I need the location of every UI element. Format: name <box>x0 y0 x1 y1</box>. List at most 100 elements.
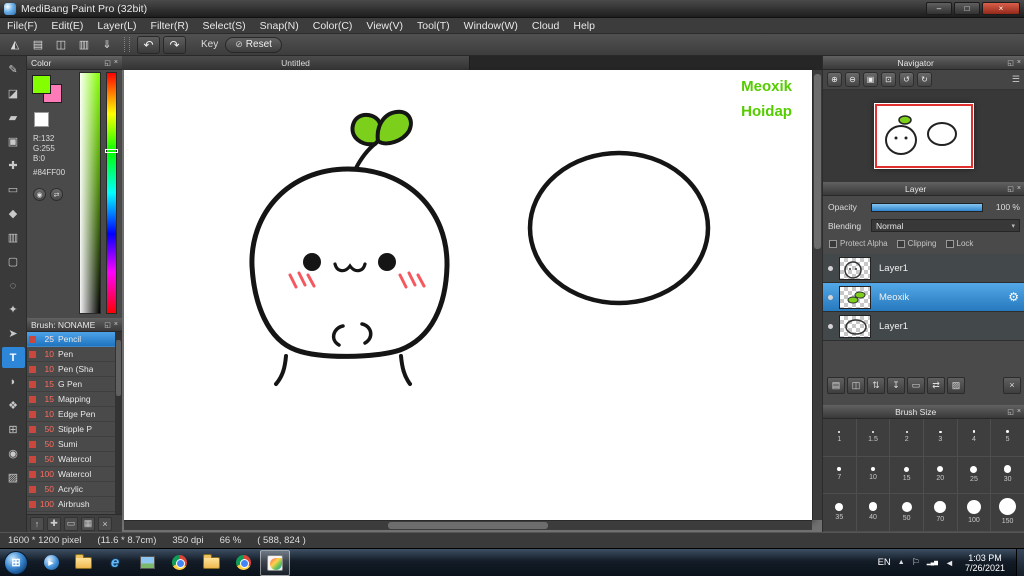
taskbar-medibang-icon[interactable] <box>260 549 290 576</box>
opacity-slider[interactable] <box>871 202 983 212</box>
menu-item[interactable]: Select(S) <box>195 18 252 33</box>
taskbar-documents-folder-icon[interactable] <box>196 550 226 576</box>
vertical-scrollbar[interactable] <box>812 70 822 520</box>
brush-size-option[interactable]: 1 <box>823 419 857 457</box>
color-wheel-icon[interactable]: ◉ <box>33 188 46 201</box>
vertical-scrollbar-thumb[interactable] <box>814 74 821 249</box>
operation-tool-icon[interactable]: ➤ <box>2 323 25 344</box>
panel-detach-icon[interactable]: ◱ <box>104 321 111 329</box>
menu-item[interactable]: Cloud <box>525 18 566 33</box>
open-file-icon[interactable]: ◫ <box>51 36 71 54</box>
transform-tool-icon[interactable]: ▭ <box>2 179 25 200</box>
select-tool-icon[interactable]: ▢ <box>2 251 25 272</box>
panel-close-icon[interactable]: × <box>1017 408 1021 415</box>
maximize-icon[interactable]: □ <box>954 2 980 15</box>
brush-list-item[interactable]: 15 G Pen <box>27 377 115 392</box>
brush-size-option[interactable]: 150 <box>991 494 1024 532</box>
brush-size-option[interactable]: 70 <box>923 494 958 532</box>
add-brush-icon[interactable]: ✚ <box>47 516 61 531</box>
brush-list-scrollbar[interactable] <box>115 332 122 514</box>
hand-tool-icon[interactable]: ❖ <box>2 395 25 416</box>
panel-detach-icon[interactable]: ◱ <box>1007 59 1014 67</box>
taskbar-chrome2-icon[interactable] <box>228 550 258 576</box>
stamp-tool-icon[interactable]: ▣ <box>2 131 25 152</box>
delete-layer-icon[interactable]: × <box>1003 376 1021 394</box>
brush-size-option[interactable]: 1.5 <box>856 419 891 457</box>
add-mask-icon[interactable]: ▨ <box>947 376 965 394</box>
menu-item[interactable]: Snap(N) <box>253 18 306 33</box>
brush-tool-icon[interactable]: ✎ <box>2 59 25 80</box>
rotate-right-icon[interactable]: ↻ <box>917 72 932 87</box>
language-indicator[interactable]: EN <box>878 557 891 568</box>
brush-list-item[interactable]: 50 Stipple P <box>27 422 115 437</box>
gradient-tool-icon[interactable]: ▥ <box>2 227 25 248</box>
finger-tool-icon[interactable]: ▰ <box>2 107 25 128</box>
brush-list-item[interactable]: 100 Watercol <box>27 467 115 482</box>
transparent-color-swatch[interactable] <box>34 112 49 127</box>
navigator-thumbnail[interactable] <box>874 103 974 169</box>
brush-size-option[interactable]: 15 <box>890 456 924 494</box>
brush-size-option[interactable]: 4 <box>957 419 992 457</box>
brush-size-option[interactable]: 50 <box>890 494 924 532</box>
brush-size-option[interactable]: 40 <box>856 494 891 532</box>
taskbar-internet-explorer-icon[interactable]: e <box>100 550 130 576</box>
lock-checkbox[interactable]: Lock <box>945 239 973 248</box>
eyedropper-tool-icon[interactable]: ◗ <box>2 371 25 392</box>
navigator-menu-icon[interactable]: ☰ <box>1012 74 1020 85</box>
brush-list-item[interactable]: 50 Sumi <box>27 437 115 452</box>
magic-wand-tool-icon[interactable]: ✦ <box>2 299 25 320</box>
menu-item[interactable]: View(V) <box>359 18 410 33</box>
zoom-out-icon[interactable]: ⊖ <box>845 72 860 87</box>
taskbar-photo-viewer-icon[interactable] <box>132 550 162 576</box>
volume-icon[interactable]: ◄ <box>945 558 954 568</box>
brush-list-item[interactable]: 10 Edge Pen <box>27 407 115 422</box>
brush-size-option[interactable]: 20 <box>923 456 958 494</box>
menu-item[interactable]: File(F) <box>0 18 44 33</box>
menu-item[interactable]: Filter(R) <box>144 18 196 33</box>
layer-row[interactable]: Layer1 <box>823 254 1024 283</box>
layer-row[interactable]: Layer1 <box>823 312 1024 341</box>
menu-item[interactable]: Layer(L) <box>90 18 143 33</box>
brush-list-item[interactable]: 25 Pencil <box>27 332 115 347</box>
brush-list-item[interactable]: 100 Airbrush <box>27 497 115 512</box>
network-icon[interactable]: ▂▄▆ <box>927 560 938 566</box>
dot-tool-icon[interactable]: ◉ <box>2 443 25 464</box>
divide-tool-icon[interactable]: ⊞ <box>2 419 25 440</box>
panel-close-icon[interactable]: × <box>114 321 118 328</box>
panel-detach-icon[interactable]: ◱ <box>1007 185 1014 193</box>
brush-menu-icon[interactable]: ▦ <box>81 516 95 531</box>
zoom-in-icon[interactable]: ⊕ <box>827 72 842 87</box>
foreground-color-swatch[interactable] <box>32 75 51 94</box>
export-icon[interactable]: ⇓ <box>97 36 117 54</box>
brush-list-item[interactable]: 15 Mapping <box>27 392 115 407</box>
panel-detach-icon[interactable]: ◱ <box>1007 408 1014 416</box>
brush-size-option[interactable]: 25 <box>957 456 992 494</box>
taskbar-media-player-icon[interactable]: ▶ <box>36 550 66 576</box>
swap-colors-icon[interactable]: ⇄ <box>50 188 63 201</box>
saturation-value-picker[interactable] <box>79 72 101 314</box>
bucket-tool-icon[interactable]: ◆ <box>2 203 25 224</box>
horizontal-scrollbar-thumb[interactable] <box>388 522 548 529</box>
cloud-icon[interactable]: ◭ <box>5 36 25 54</box>
brush-size-option[interactable]: 100 <box>957 494 992 532</box>
panel-close-icon[interactable]: × <box>1017 185 1021 192</box>
layer-visibility-icon[interactable] <box>828 323 833 329</box>
clock[interactable]: 1:03 PM 7/26/2021 <box>961 553 1009 573</box>
move-up-icon[interactable]: ↑ <box>30 516 44 531</box>
brush-folder-icon[interactable]: ▭ <box>64 516 78 531</box>
menu-item[interactable]: Help <box>566 18 602 33</box>
panel-detach-icon[interactable]: ◱ <box>104 59 111 67</box>
layer-settings-gear-icon[interactable]: ⚙ <box>1008 290 1019 304</box>
text-tool-icon[interactable]: T <box>1 347 25 368</box>
tray-expand-icon[interactable]: ▲ <box>898 559 905 566</box>
menu-item[interactable]: Color(C) <box>306 18 360 33</box>
eraser-tool-icon[interactable]: ◪ <box>2 83 25 104</box>
transfer-layer-icon[interactable]: ⇄ <box>927 376 945 394</box>
blending-select[interactable]: Normal ▾ <box>871 219 1020 232</box>
close-icon[interactable]: × <box>982 2 1020 15</box>
rotate-left-icon[interactable]: ↺ <box>899 72 914 87</box>
new-layer-icon[interactable]: ▤ <box>827 376 845 394</box>
undo-icon[interactable]: ↶ <box>137 35 160 54</box>
brush-list-item[interactable]: 10 Pen (Sha <box>27 362 115 377</box>
brush-list-item[interactable]: 10 Pen <box>27 347 115 362</box>
